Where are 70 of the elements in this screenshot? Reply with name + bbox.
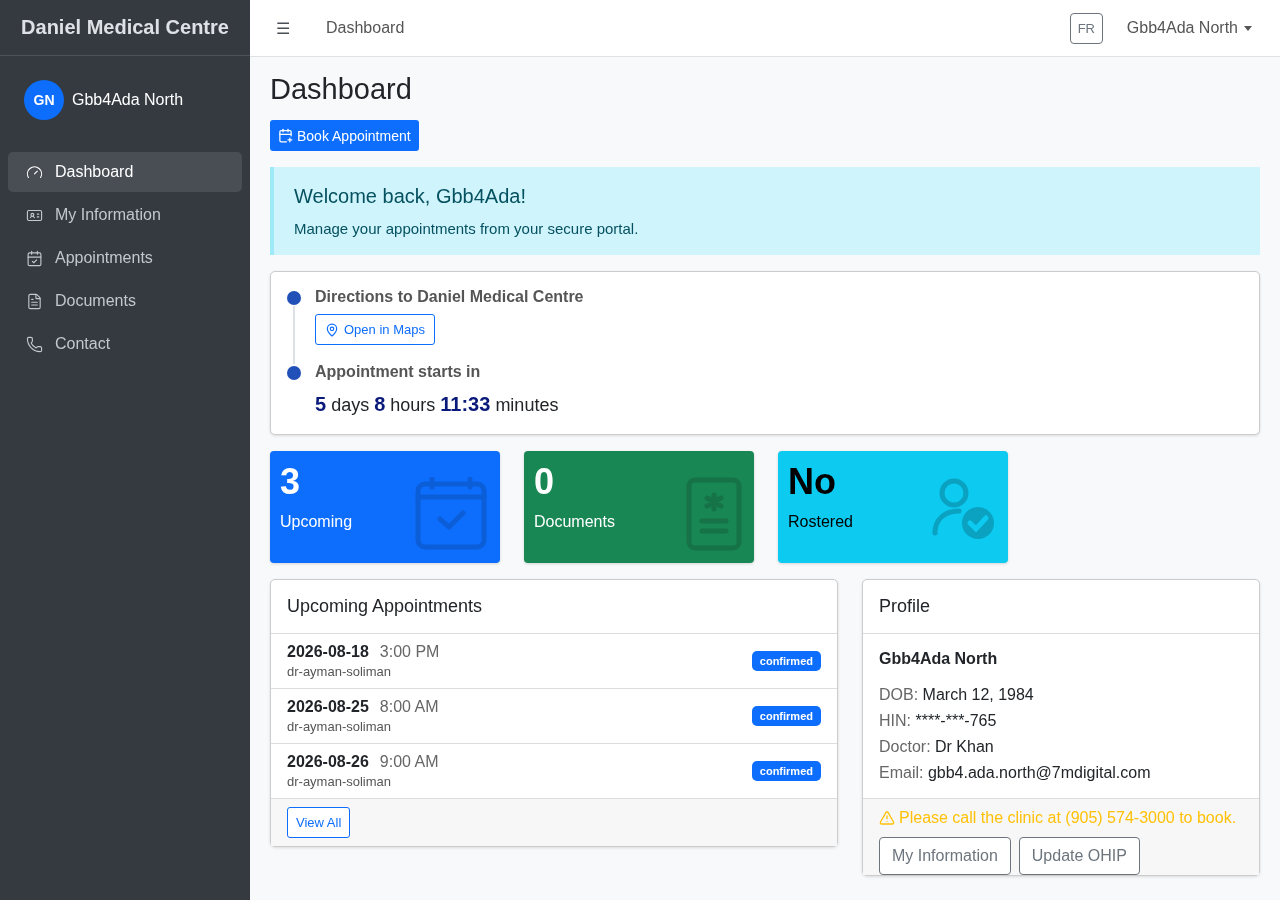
- countdown-unit: days: [331, 395, 370, 416]
- stat-label: Rostered: [788, 513, 853, 531]
- calendar-plus-icon: [278, 128, 293, 143]
- appointment-date: 2026-08-18: [287, 643, 369, 661]
- field-value: Dr Khan: [935, 738, 994, 755]
- warning-icon: [879, 810, 895, 826]
- status-badge: confirmed: [751, 706, 821, 726]
- calendar-icon: [414, 477, 488, 551]
- timeline-title: Directions to Daniel Medical Centre: [315, 288, 584, 306]
- doctor-name: dr-ayman-soliman: [287, 664, 393, 679]
- appointment-date: 2026-08-26: [287, 753, 369, 771]
- field-label: Doctor:: [879, 738, 931, 755]
- profile-name: Gbb4Ada North: [879, 650, 999, 668]
- nav-item[interactable]: My Information: [8, 195, 242, 235]
- appointment-time: 3:00 PM: [379, 643, 440, 661]
- card-title: Profile: [863, 580, 1259, 634]
- view-all-button[interactable]: View All: [287, 807, 351, 838]
- timeline-title: Appointment starts in: [315, 363, 482, 381]
- user-menu[interactable]: Gbb4Ada North: [1126, 19, 1252, 37]
- doctor-name: dr-ayman-soliman: [287, 719, 393, 734]
- field-value: March 12, 1984: [922, 686, 1034, 703]
- card-title: Upcoming Appointments: [271, 580, 837, 634]
- countdown-value: 8: [374, 393, 386, 416]
- stat-label: Upcoming: [280, 513, 353, 531]
- field-value: ****-***-765: [915, 712, 997, 729]
- countdown-value: 5: [315, 393, 327, 416]
- stat-value: 0: [534, 461, 556, 503]
- field-label: HIN:: [879, 712, 911, 729]
- warning-text: Please call the clinic at (905) 574-3000 to book.: [899, 809, 1237, 827]
- nav-item[interactable]: Appointments: [8, 238, 242, 278]
- calendar-check-icon: [26, 249, 43, 267]
- language-button[interactable]: FR: [1069, 12, 1103, 44]
- countdown-value: 11:33: [440, 393, 491, 416]
- countdown-unit: minutes: [495, 395, 559, 416]
- alert-text: Manage your appointments from your secure portal.: [294, 220, 640, 237]
- nav-link[interactable]: Dashboard: [326, 19, 405, 37]
- profile-button[interactable]: My Information: [879, 837, 1011, 875]
- timeline-line: [293, 306, 295, 364]
- status-badge: confirmed: [751, 651, 821, 671]
- open-maps-button[interactable]: Open in Maps: [315, 314, 435, 345]
- profile-button[interactable]: Update OHIP: [1018, 837, 1140, 875]
- appointment-time: 8:00 AM: [379, 698, 439, 716]
- stat-value: No: [788, 461, 837, 503]
- user-name: Gbb4Ada North: [72, 91, 184, 109]
- doctor-name: dr-ayman-soliman: [287, 774, 393, 789]
- nav-item[interactable]: Contact: [8, 324, 242, 364]
- phone-icon: [26, 335, 43, 353]
- countdown-unit: hours: [390, 395, 436, 416]
- alert-heading: Welcome back, Gbb4Ada!: [294, 185, 527, 208]
- map-pin-icon: [325, 322, 339, 337]
- stat-value: 3: [280, 461, 302, 503]
- timeline-dot: [287, 366, 301, 380]
- menu-button[interactable]: ☰: [276, 18, 326, 38]
- nav-item[interactable]: Dashboard: [8, 152, 242, 192]
- appointment-date: 2026-08-25: [287, 698, 369, 716]
- field-label: DOB:: [879, 686, 919, 703]
- field-label: Email:: [879, 764, 924, 781]
- gauge-icon: [26, 163, 43, 181]
- user-check-icon: [932, 477, 996, 541]
- page-title: Dashboard: [270, 73, 413, 106]
- book-appointment-button[interactable]: Book Appointment: [270, 120, 419, 151]
- nav-item[interactable]: Documents: [8, 281, 242, 321]
- avatar: GN: [24, 80, 64, 120]
- status-badge: confirmed: [751, 761, 821, 781]
- appointment-time: 9:00 AM: [379, 753, 439, 771]
- document-icon: [26, 292, 43, 310]
- caret-icon: [1244, 25, 1252, 31]
- field-value: gbb4.ada.north@7mdigital.com: [927, 764, 1151, 781]
- stat-label: Documents: [534, 513, 615, 531]
- timeline-dot: [287, 291, 301, 305]
